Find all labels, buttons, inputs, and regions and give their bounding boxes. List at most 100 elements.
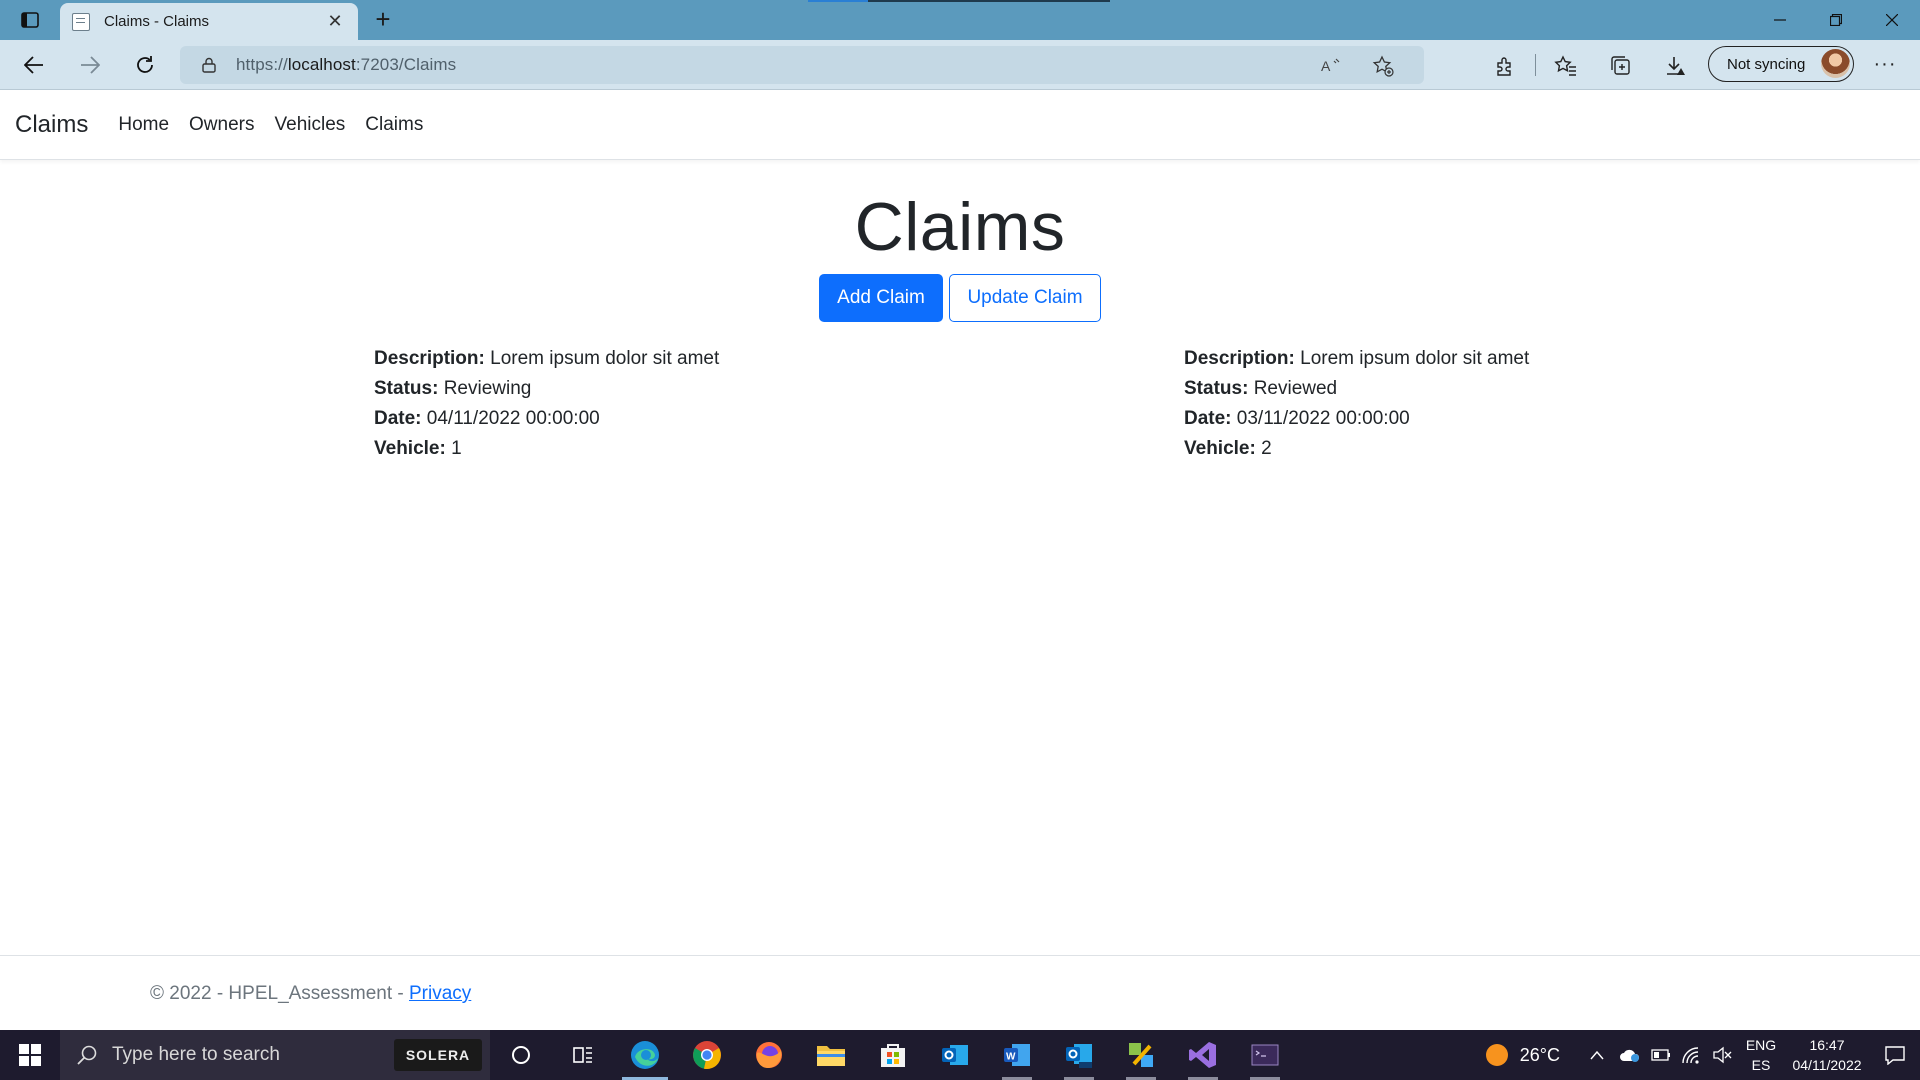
collections-icon[interactable]: [1608, 53, 1634, 79]
search-highlight-text: SOLERA: [405, 1047, 471, 1063]
downloads-icon[interactable]: [1663, 53, 1689, 79]
taskbar-app-store[interactable]: [862, 1030, 924, 1080]
input-language-indicator[interactable]: ENG ES: [1738, 1035, 1784, 1075]
tab-close-icon[interactable]: ✕: [324, 11, 346, 32]
claim-description: Description: Lorem ipsum dolor sit amet: [1184, 344, 1529, 374]
cloud-icon: [1620, 1049, 1640, 1062]
system-tray: 26°C ENG ES 16:47 04/11/2022: [1484, 1030, 1920, 1080]
vehicle-value: 2: [1261, 438, 1272, 459]
windows-logo-icon: [19, 1044, 41, 1066]
battery-tray-icon[interactable]: [1646, 1049, 1676, 1061]
refresh-icon: [137, 56, 153, 73]
outlook-preview-icon: [1066, 1044, 1092, 1068]
notification-icon: [1885, 1046, 1905, 1065]
taskbar-app-outlook-preview[interactable]: [1048, 1030, 1110, 1080]
address-bar[interactable]: https://localhost:7203/Claims A: [180, 46, 1424, 84]
vehicle-label: Vehicle:: [1184, 438, 1256, 459]
minimize-button[interactable]: [1752, 0, 1808, 40]
nav-link-home[interactable]: Home: [118, 114, 169, 136]
profile-sync-button[interactable]: Not syncing: [1708, 46, 1854, 82]
browser-tab-active[interactable]: Claims - Claims ✕: [60, 3, 358, 40]
taskbar-app-terminal[interactable]: [1234, 1030, 1296, 1080]
footer-text: © 2022 - HPEL_Assessment - Privacy: [150, 983, 471, 1005]
outlook-icon: [942, 1045, 968, 1065]
claim-card: Description: Lorem ipsum dolor sit amet …: [374, 344, 719, 464]
add-claim-button[interactable]: Add Claim: [819, 274, 943, 322]
task-view-button[interactable]: [552, 1030, 614, 1080]
weather-widget[interactable]: 26°C: [1484, 1042, 1580, 1068]
claim-vehicle: Vehicle: 1: [374, 434, 719, 464]
taskbar-app-chrome[interactable]: [676, 1030, 738, 1080]
visual-studio-icon: [1189, 1042, 1216, 1068]
privacy-link[interactable]: Privacy: [409, 983, 471, 1004]
notifications-button[interactable]: [1870, 1045, 1920, 1065]
title-strip-accent: [808, 0, 868, 2]
start-button[interactable]: [0, 1030, 60, 1080]
battery-icon: [1651, 1049, 1670, 1061]
status-value: Reviewed: [1253, 378, 1338, 399]
footer-copyright: © 2022 - HPEL_Assessment -: [150, 983, 409, 1004]
tab-title: Claims - Claims: [104, 13, 209, 30]
more-options-icon[interactable]: ···: [1870, 53, 1900, 77]
favorites-icon[interactable]: [1553, 53, 1579, 79]
terminal-icon: [1251, 1044, 1279, 1066]
restore-button[interactable]: [1808, 0, 1864, 40]
extensions-icon[interactable]: [1492, 53, 1518, 79]
tab-actions-button[interactable]: [12, 6, 48, 34]
svg-text:W: W: [1006, 1052, 1016, 1063]
taskbar-app-file-explorer[interactable]: [800, 1030, 862, 1080]
browser-titlebar: Claims - Claims ✕ +: [0, 0, 1920, 40]
navbar-brand[interactable]: Claims: [15, 111, 88, 139]
windows-taskbar: Type here to search SOLERA W 26°C ENG ES…: [0, 1030, 1920, 1080]
search-highlight-logo[interactable]: SOLERA: [394, 1039, 482, 1071]
nav-link-vehicles[interactable]: Vehicles: [275, 114, 346, 136]
site-footer: © 2022 - HPEL_Assessment - Privacy: [0, 955, 1920, 1030]
refresh-button[interactable]: [127, 47, 163, 83]
taskbar-search-box[interactable]: Type here to search SOLERA: [60, 1030, 490, 1080]
browser-toolbar: https://localhost:7203/Claims A Not sync…: [0, 40, 1920, 90]
language-code: ENG: [1745, 1037, 1777, 1053]
avatar: [1821, 49, 1850, 78]
taskbar-app-visual-studio[interactable]: [1172, 1030, 1234, 1080]
back-button[interactable]: [16, 47, 52, 83]
forward-arrow-icon: [81, 56, 100, 74]
url-text: https://localhost:7203/Claims: [236, 55, 456, 75]
volume-tray-icon[interactable]: [1706, 1046, 1738, 1064]
show-hidden-icons-button[interactable]: [1580, 1050, 1614, 1060]
claim-date: Date: 04/11/2022 00:00:00: [374, 404, 719, 434]
word-icon: W: [1004, 1044, 1030, 1066]
read-aloud-icon[interactable]: A: [1320, 55, 1342, 77]
wifi-tray-icon[interactable]: [1676, 1046, 1706, 1064]
new-tab-button[interactable]: +: [368, 5, 398, 35]
taskbar-clock[interactable]: 16:47 04/11/2022: [1784, 1035, 1870, 1075]
add-favorite-icon[interactable]: [1372, 55, 1394, 77]
vehicle-label: Vehicle:: [374, 438, 446, 459]
svg-text:A: A: [1321, 58, 1331, 74]
taskbar-app-edge[interactable]: [614, 1030, 676, 1080]
claim-date: Date: 03/11/2022 00:00:00: [1184, 404, 1529, 434]
nav-link-owners[interactable]: Owners: [189, 114, 254, 136]
taskbar-app-word[interactable]: W: [986, 1030, 1048, 1080]
url-scheme: https://: [236, 55, 288, 74]
taskbar-app-outlook[interactable]: [924, 1030, 986, 1080]
taskbar-app-firefox[interactable]: [738, 1030, 800, 1080]
cortana-button[interactable]: [490, 1030, 552, 1080]
folder-icon: [817, 1046, 845, 1066]
cortana-icon: [512, 1046, 530, 1064]
search-placeholder: Type here to search: [112, 1044, 280, 1065]
keyboard-layout: ES: [1751, 1057, 1771, 1073]
nav-link-claims[interactable]: Claims: [365, 114, 423, 136]
sun-icon: [1485, 1044, 1508, 1066]
taskbar-app-tool[interactable]: [1110, 1030, 1172, 1080]
onedrive-tray-icon[interactable]: [1614, 1047, 1646, 1063]
chevron-up-icon: [1590, 1050, 1604, 1060]
description-label: Description:: [1184, 348, 1295, 369]
description-value: Lorem ipsum dolor sit amet: [1300, 348, 1530, 369]
status-value: Reviewing: [443, 378, 532, 399]
close-icon: [1886, 14, 1898, 26]
forward-button[interactable]: [72, 47, 108, 83]
task-view-icon: [573, 1047, 592, 1063]
toolbar-divider: [1535, 54, 1536, 76]
close-window-button[interactable]: [1864, 0, 1920, 40]
update-claim-button[interactable]: Update Claim: [949, 274, 1101, 322]
